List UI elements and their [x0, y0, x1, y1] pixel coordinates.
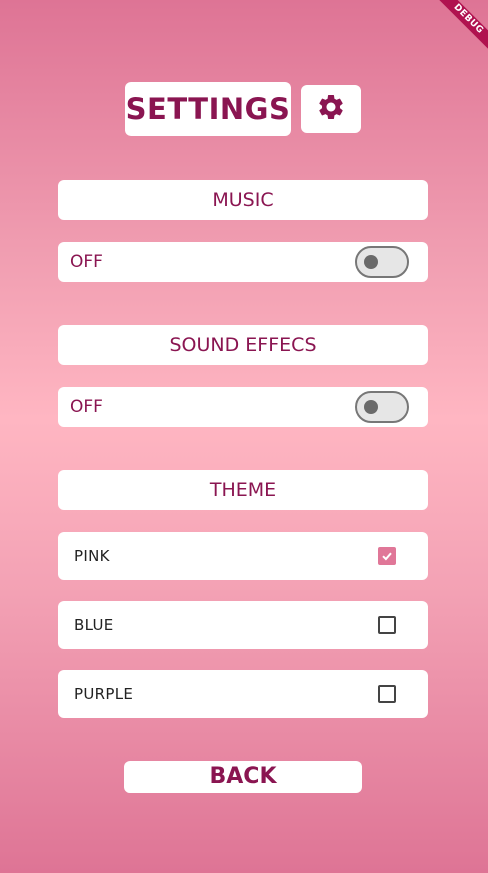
- back-button[interactable]: BACK: [124, 761, 362, 793]
- switch-knob: [364, 255, 378, 269]
- music-toggle-switch[interactable]: [355, 246, 409, 278]
- theme-option-purple[interactable]: PURPLE: [58, 670, 428, 718]
- sound-effects-toggle-label: OFF: [70, 397, 103, 417]
- gear-icon: [316, 92, 346, 126]
- theme-option-label: PURPLE: [74, 685, 134, 703]
- theme-pink-checkbox[interactable]: [378, 547, 396, 565]
- settings-button[interactable]: [301, 85, 361, 133]
- theme-option-label: PINK: [74, 547, 110, 565]
- theme-section-header: THEME: [58, 470, 428, 510]
- check-icon: [382, 552, 392, 561]
- debug-banner: DEBUG: [430, 0, 488, 57]
- music-section-title: MUSIC: [212, 189, 274, 211]
- switch-knob: [364, 400, 378, 414]
- sound-effects-section-title: SOUND EFFECS: [169, 334, 317, 356]
- theme-blue-checkbox[interactable]: [378, 616, 396, 634]
- music-section-header: MUSIC: [58, 180, 428, 220]
- music-toggle-label: OFF: [70, 252, 103, 272]
- music-toggle-row: OFF: [58, 242, 428, 282]
- sound-effects-toggle-switch[interactable]: [355, 391, 409, 423]
- sound-effects-section-header: SOUND EFFECS: [58, 325, 428, 365]
- theme-option-blue[interactable]: BLUE: [58, 601, 428, 649]
- theme-option-pink[interactable]: PINK: [58, 532, 428, 580]
- sound-effects-toggle-row: OFF: [58, 387, 428, 427]
- page-title: SETTINGS: [125, 82, 291, 136]
- theme-section-title: THEME: [209, 479, 277, 501]
- theme-option-label: BLUE: [74, 616, 114, 634]
- theme-purple-checkbox[interactable]: [378, 685, 396, 703]
